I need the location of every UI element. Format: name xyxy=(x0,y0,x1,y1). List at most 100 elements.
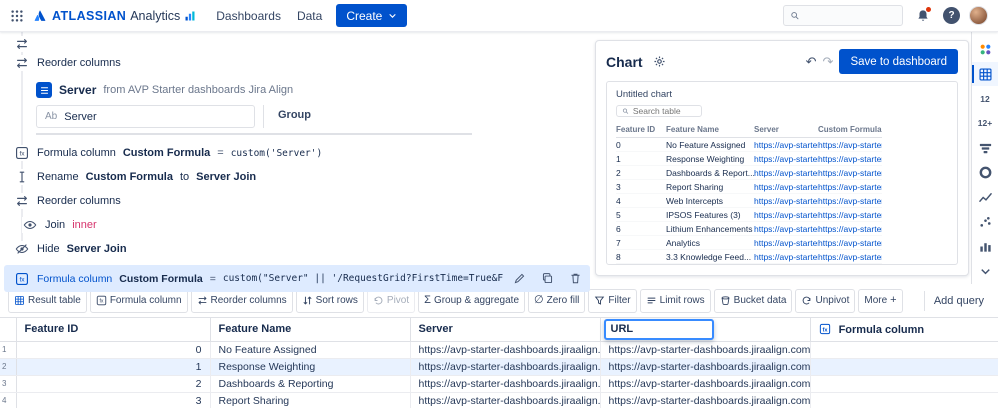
step-hide-column[interactable]: Hide Server Join xyxy=(0,237,595,261)
table-cell[interactable]: https://avp-starter-d... xyxy=(754,137,818,152)
toolbar-unpivot-button[interactable]: Unpivot xyxy=(795,288,856,313)
table-cell[interactable] xyxy=(810,392,998,408)
toolbar-filter-button[interactable]: Filter xyxy=(588,288,637,313)
table-cell[interactable]: No Feature Assigned xyxy=(666,137,754,152)
chart-settings-gear-icon[interactable] xyxy=(649,51,671,73)
table-cell[interactable]: Lithium Enhancements xyxy=(666,221,754,236)
table-cell[interactable]: https://avp-starter-d... xyxy=(818,249,882,264)
table-cell[interactable]: https://avp-starter-dashboards.jiraalign… xyxy=(600,375,811,393)
toolbar-group-aggregate-button[interactable]: Σ Group & aggregate xyxy=(418,288,526,313)
table-row[interactable]: 1 0 No Feature Assigned https://avp-starter… xyxy=(0,341,998,359)
table-cell[interactable]: 8 xyxy=(616,249,666,264)
step-join[interactable]: Join inner xyxy=(0,213,595,237)
app-switcher-icon[interactable] xyxy=(6,5,28,27)
table-cell[interactable]: Hard Deletes xyxy=(666,263,754,264)
table-cell[interactable]: https://avp-starter-d... xyxy=(754,193,818,208)
edit-step-icon[interactable] xyxy=(510,270,528,288)
table-cell[interactable]: https://avp-starter-d... xyxy=(754,179,818,194)
top-search[interactable] xyxy=(783,5,903,26)
bar-viz-icon[interactable] xyxy=(972,235,998,260)
table-cell[interactable]: https://avp-starter-d... xyxy=(754,207,818,222)
nav-dashboards[interactable]: Dashboards xyxy=(216,9,281,23)
toolbar-more-button[interactable]: More + xyxy=(858,288,903,313)
table-row[interactable]: 3Report Sharinghttps://avp-starter-d...h… xyxy=(616,179,882,194)
funnel-viz-icon[interactable] xyxy=(972,136,998,161)
search-input[interactable] xyxy=(804,9,896,22)
rail-scroll-down-icon[interactable] xyxy=(972,259,998,284)
table-cell[interactable]: https://avp-starter-dashboards.jiraalign… xyxy=(600,358,811,376)
duplicate-step-icon[interactable] xyxy=(538,270,556,288)
table-row[interactable]: 6Lithium Enhancementshttps://avp-starter… xyxy=(616,221,882,236)
table-cell[interactable]: 3 xyxy=(0,375,17,393)
delete-step-icon[interactable] xyxy=(566,270,584,288)
table-cell[interactable]: https://avp-starter-d... xyxy=(754,151,818,166)
table-cell[interactable]: https://avp-starter-d... xyxy=(818,193,882,208)
table-row[interactable]: 2 1 Response Weighting https://avp-starter-… xyxy=(0,358,998,376)
line-viz-icon[interactable] xyxy=(972,185,998,210)
help-icon[interactable]: ? xyxy=(943,7,960,24)
table-cell[interactable]: Dashboards & Report... xyxy=(666,165,754,180)
table-cell[interactable]: 2 xyxy=(0,358,17,376)
brand-logo[interactable]: ATLASSIAN Analytics xyxy=(28,8,202,24)
table-cell[interactable]: 1 xyxy=(616,151,666,166)
table-cell[interactable]: IPSOS Features (3) xyxy=(666,207,754,222)
table-cell[interactable]: 6 xyxy=(616,221,666,236)
table-cell[interactable]: No Feature Assigned xyxy=(210,341,411,359)
avatar[interactable] xyxy=(969,6,988,25)
table-cell[interactable]: Response Weighting xyxy=(210,358,411,376)
table-row[interactable]: 2 Dashboards & Report... https://avp-start… xyxy=(616,165,882,180)
table-cell[interactable]: 3.3 Knowledge Feed... xyxy=(666,249,754,264)
column-header-feature-name[interactable]: Feature Name xyxy=(210,318,411,342)
toolbar-result-table-button[interactable]: Result table xyxy=(8,288,87,313)
toolbar-limit-rows-button[interactable]: Limit rows xyxy=(639,288,711,313)
table-cell[interactable]: 5 xyxy=(616,207,666,222)
chart-name[interactable]: Untitled chart xyxy=(616,89,948,100)
nav-data[interactable]: Data xyxy=(297,9,322,23)
notifications-bell-icon[interactable] xyxy=(912,5,934,27)
table-search[interactable] xyxy=(616,105,702,117)
add-query-button[interactable]: Add query xyxy=(928,295,990,307)
create-button[interactable]: Create xyxy=(336,4,408,27)
table-cell[interactable]: 7 xyxy=(616,235,666,250)
table-cell[interactable]: https://avp-starter-d... xyxy=(818,137,882,152)
table-cell[interactable]: 4 xyxy=(0,392,17,408)
group-column-header[interactable]: Group xyxy=(264,105,311,128)
table-cell[interactable]: Dashboards & Reporting xyxy=(210,375,411,393)
redo-icon[interactable]: ↷ xyxy=(823,54,834,70)
table-cell[interactable]: https://avp-starter-d... xyxy=(818,207,882,222)
table-cell[interactable]: https://avp-starter-d... xyxy=(818,151,882,166)
table-row[interactable]: 5IPSOS Features (3)https://avp-starter-d… xyxy=(616,207,882,222)
table-cell[interactable]: 0 xyxy=(16,341,211,359)
table-search-input[interactable] xyxy=(632,106,696,116)
undo-icon[interactable]: ↶ xyxy=(806,54,817,70)
table-cell[interactable]: https://avp-starter-dashboards.jiraalign… xyxy=(410,358,601,376)
step-rename-column[interactable]: Rename Custom Formula to Server Join xyxy=(0,165,595,189)
table-cell[interactable]: https://avp-starter-d... xyxy=(754,249,818,264)
toolbar-bucket-data-button[interactable]: Bucket data xyxy=(713,288,793,313)
column-name-input[interactable] xyxy=(603,318,714,340)
table-row[interactable]: 1Response Weightinghttps://avp-starter-d… xyxy=(616,151,882,166)
source-table-block[interactable]: Server from AVP Starter dashboards Jira … xyxy=(36,77,472,135)
table-cell[interactable]: 0 xyxy=(616,137,666,152)
table-row[interactable]: 4 3 Report Sharing https://avp-starter-dash… xyxy=(0,392,998,408)
table-cell[interactable]: https://avp-starter-d... xyxy=(754,221,818,236)
table-row[interactable]: 9Hard Deleteshttps://avp-starter-d...htt… xyxy=(616,263,882,264)
table-cell[interactable] xyxy=(810,358,998,376)
table-cell[interactable]: https://avp-starter-d... xyxy=(818,235,882,250)
toolbar-formula-column-button[interactable]: fx Formula column xyxy=(89,288,188,313)
field-chip-server[interactable]: Ab Server xyxy=(36,105,255,128)
table-cell[interactable]: Report Sharing xyxy=(666,179,754,194)
table-cell[interactable]: Report Sharing xyxy=(210,392,411,408)
table-cell[interactable]: https://avp-starter-d... xyxy=(754,235,818,250)
step-reorder-columns-2[interactable]: Reorder columns xyxy=(0,189,595,213)
table-cell[interactable]: Web Intercepts xyxy=(666,193,754,208)
step-formula-column-selected[interactable]: fx Formula column Custom Formula = custo… xyxy=(4,265,590,292)
table-viz-icon[interactable] xyxy=(972,61,998,87)
scatter-viz-icon[interactable] xyxy=(972,210,998,235)
table-cell[interactable]: Analytics xyxy=(666,235,754,250)
step-reorder-columns-1[interactable]: Reorder columns xyxy=(0,51,595,75)
table-cell[interactable] xyxy=(810,341,998,359)
table-cell[interactable]: https://avp-starter-dashboards.jiraalign… xyxy=(410,375,601,393)
table-row[interactable]: 8 3.3 Knowledge Feed... https://avp-starte… xyxy=(616,249,882,264)
toolbar-sort-rows-button[interactable]: Sort rows xyxy=(295,288,364,313)
